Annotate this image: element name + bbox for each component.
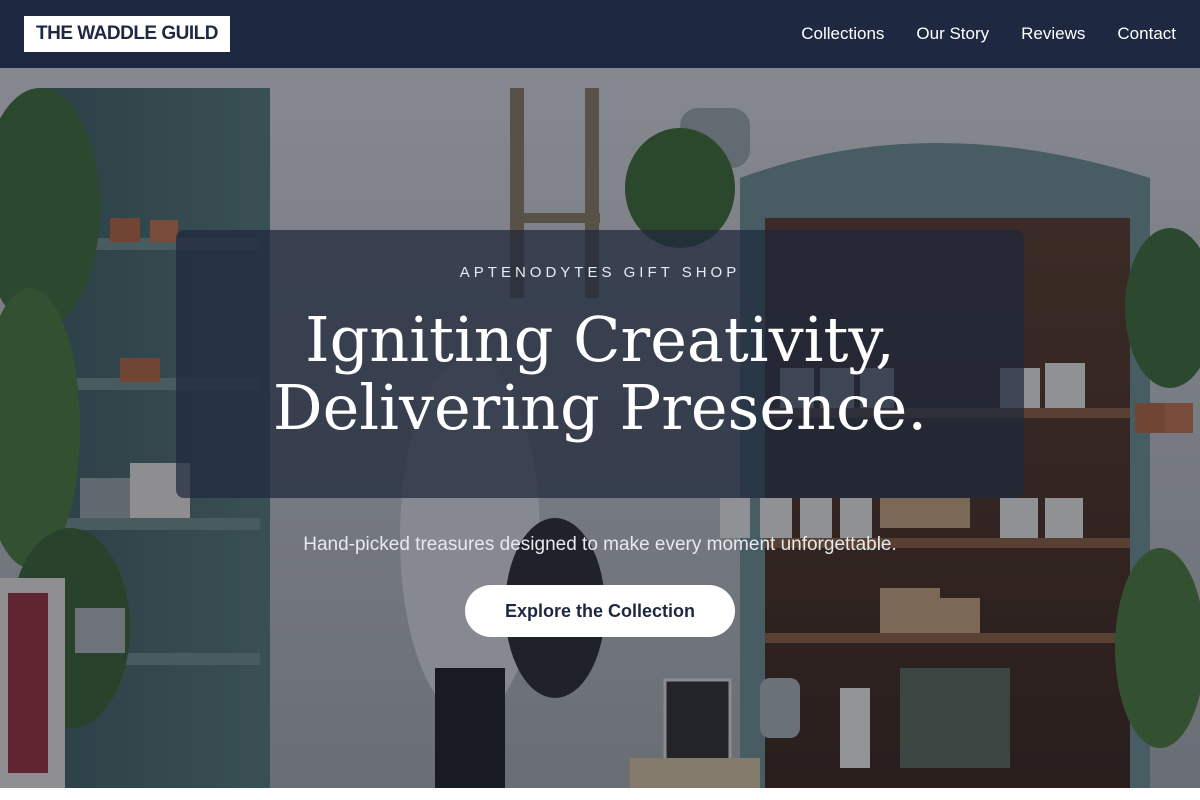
nav-link-contact[interactable]: Contact: [1117, 24, 1176, 44]
hero-text-panel: APTENODYTES GIFT SHOP Igniting Creativit…: [176, 230, 1024, 498]
hero-subtitle: Hand-picked treasures designed to make e…: [303, 534, 897, 555]
hero-kicker: APTENODYTES GIFT SHOP: [459, 264, 741, 281]
nav-link-reviews[interactable]: Reviews: [1021, 24, 1085, 44]
page-bottom-strip: [0, 788, 1200, 800]
headline-line-2: Delivering Presence.: [272, 371, 928, 444]
hero-headline: Igniting Creativity, Delivering Presence…: [176, 306, 1024, 442]
headline-line-1: Igniting Creativity,: [305, 303, 895, 376]
main-nav: Collections Our Story Reviews Contact: [801, 0, 1176, 68]
site-logo[interactable]: THE WADDLE GUILD: [24, 16, 230, 52]
nav-link-collections[interactable]: Collections: [801, 24, 884, 44]
explore-collection-button[interactable]: Explore the Collection: [465, 585, 735, 637]
nav-link-our-story[interactable]: Our Story: [916, 24, 989, 44]
site-header: THE WADDLE GUILD Collections Our Story R…: [0, 0, 1200, 68]
